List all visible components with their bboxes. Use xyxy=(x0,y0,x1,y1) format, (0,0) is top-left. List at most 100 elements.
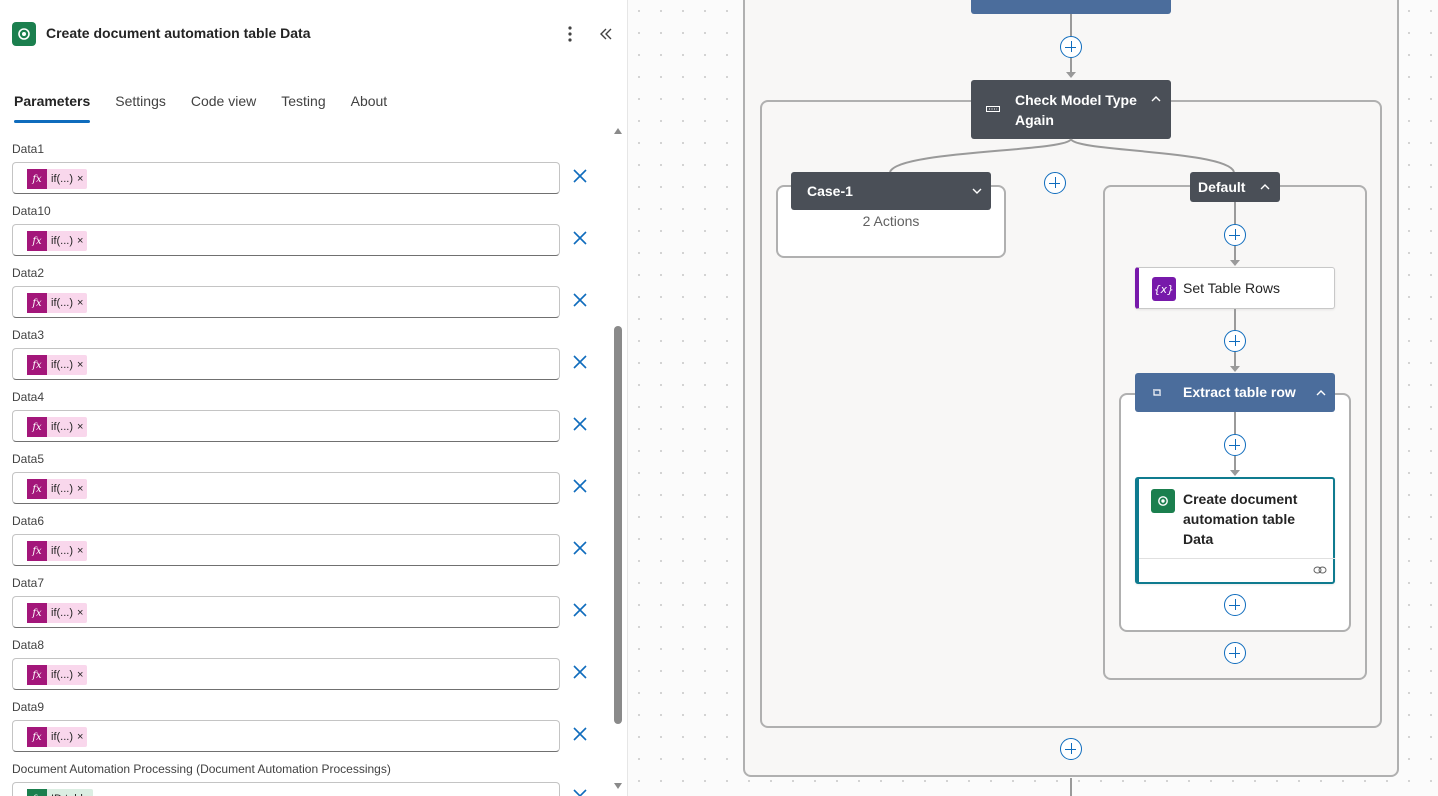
add-action-button[interactable] xyxy=(1224,224,1246,246)
panel-header: Create document automation table Data xyxy=(12,22,616,46)
remove-parameter-button[interactable] xyxy=(572,478,588,494)
parameter-input[interactable]: fx if(...) × xyxy=(12,596,560,628)
panel-scrollbar[interactable] xyxy=(612,128,624,796)
expression-token[interactable]: fx if(...) × xyxy=(27,231,88,251)
remove-token-icon[interactable]: × xyxy=(77,359,83,371)
tab-about[interactable]: About xyxy=(351,92,388,124)
parameter-input[interactable]: fx if(...) × xyxy=(12,286,560,318)
parameter-label: Data5 xyxy=(12,452,45,466)
token-label: if(...) xyxy=(51,545,73,557)
add-action-button[interactable] xyxy=(1224,434,1246,456)
remove-parameter-button[interactable] xyxy=(572,602,588,618)
remove-token-icon[interactable]: × xyxy=(77,483,83,495)
add-action-button[interactable] xyxy=(1060,738,1082,760)
case-1-card[interactable]: Case-1 xyxy=(791,172,991,210)
expression-token[interactable]: fx if(...) × xyxy=(27,727,88,747)
double-chevron-left-icon xyxy=(600,28,612,40)
tab-code-view[interactable]: Code view xyxy=(191,92,256,124)
remove-token-icon[interactable]: × xyxy=(77,731,83,743)
parameter-label: Data7 xyxy=(12,576,45,590)
collapse-panel-button[interactable] xyxy=(596,22,616,46)
parameter-input[interactable]: fx if(...) × xyxy=(12,410,560,442)
remove-parameter-button[interactable] xyxy=(572,726,588,742)
dataverse-icon xyxy=(12,22,36,46)
parameter-input[interactable]: fx if(...) × xyxy=(12,162,560,194)
add-action-button[interactable] xyxy=(1224,594,1246,616)
add-case-button[interactable] xyxy=(1044,172,1066,194)
remove-parameter-button[interactable] xyxy=(572,230,588,246)
set-table-rows-card[interactable]: {x} Set Table Rows xyxy=(1135,267,1335,309)
tab-settings[interactable]: Settings xyxy=(115,92,166,124)
parameter-input[interactable]: fx if(...) × xyxy=(12,348,560,380)
expression-token[interactable]: fx if(...) × xyxy=(27,355,88,375)
remove-parameter-button[interactable] xyxy=(572,788,588,796)
fx-icon: fx xyxy=(27,603,47,623)
parameter-row: Data8 fx if(...) × xyxy=(12,636,592,698)
remove-parameter-button[interactable] xyxy=(572,292,588,308)
parameter-input[interactable]: fx if(...) × xyxy=(12,472,560,504)
remove-token-icon[interactable]: × xyxy=(77,173,83,185)
case-1-actions-count: 2 Actions xyxy=(862,213,920,229)
scroll-down-arrow[interactable] xyxy=(614,783,622,789)
fx-icon: fx xyxy=(27,541,47,561)
expression-token[interactable]: fx if(...) × xyxy=(27,293,88,313)
parameter-input[interactable]: fx if(...) × xyxy=(12,224,560,256)
add-action-button[interactable] xyxy=(1224,330,1246,352)
dataverse-icon xyxy=(1151,489,1175,513)
remove-parameter-button[interactable] xyxy=(572,354,588,370)
parameter-row: Data9 fx if(...) × xyxy=(12,698,592,760)
remove-token-icon[interactable]: × xyxy=(77,235,83,247)
fx-icon: fx xyxy=(27,727,47,747)
parameter-label: Data1 xyxy=(12,142,45,156)
remove-parameter-button[interactable] xyxy=(572,540,588,556)
case-1-title: Case-1 xyxy=(807,183,853,199)
remove-token-icon[interactable]: × xyxy=(77,607,83,619)
parameter-input[interactable]: fx if(...) × xyxy=(12,720,560,752)
parameter-label: Document Automation Processing (Document… xyxy=(12,762,391,776)
expression-token[interactable]: fx if(...) × xyxy=(27,541,88,561)
remove-parameter-button[interactable] xyxy=(572,664,588,680)
chevron-up-icon[interactable] xyxy=(1259,181,1271,193)
scroll-thumb[interactable] xyxy=(614,326,622,724)
token-label: if(...) xyxy=(51,483,73,495)
remove-token-icon[interactable]: × xyxy=(77,545,83,557)
create-document-title: Create document automation table Data xyxy=(1183,491,1298,547)
parameter-input[interactable]: fxID table xyxy=(12,782,560,796)
expression-token[interactable]: fx if(...) × xyxy=(27,603,88,623)
parameter-input[interactable]: fx if(...) × xyxy=(12,658,560,690)
remove-token-icon[interactable]: × xyxy=(77,669,83,681)
fx-icon: fx xyxy=(27,789,47,796)
expression-token[interactable]: fx if(...) × xyxy=(27,479,88,499)
chevron-down-icon[interactable] xyxy=(971,185,983,197)
expression-token[interactable]: fx if(...) × xyxy=(27,665,88,685)
parameter-label: Data9 xyxy=(12,700,45,714)
parameter-row: Data7 fx if(...) × xyxy=(12,574,592,636)
tab-testing[interactable]: Testing xyxy=(281,92,325,124)
token-label: if(...) xyxy=(51,297,73,309)
parameter-label: Data3 xyxy=(12,328,45,342)
tab-list: Parameters Settings Code view Testing About xyxy=(14,92,412,124)
default-card[interactable]: Default xyxy=(1190,172,1280,202)
add-action-button[interactable] xyxy=(1224,642,1246,664)
flow-canvas[interactable]: Check Model Type Again Case-1 2 Actions … xyxy=(628,0,1438,796)
expression-token[interactable]: fxID table xyxy=(27,789,93,796)
set-table-rows-title: Set Table Rows xyxy=(1183,280,1281,296)
remove-parameter-button[interactable] xyxy=(572,416,588,432)
expression-token[interactable]: fx if(...) × xyxy=(27,417,88,437)
remove-parameter-button[interactable] xyxy=(572,168,588,184)
token-label: if(...) xyxy=(51,421,73,433)
parameter-input[interactable]: fx if(...) × xyxy=(12,534,560,566)
extract-table-row-card[interactable]: Extract table row xyxy=(1135,373,1335,412)
extract-table-row-title: Extract table row xyxy=(1183,384,1296,400)
scroll-up-arrow[interactable] xyxy=(614,128,622,134)
create-document-card[interactable]: Create document automation table Data xyxy=(1135,477,1335,584)
parameter-label: Data6 xyxy=(12,514,45,528)
remove-token-icon[interactable]: × xyxy=(77,297,83,309)
tab-parameters[interactable]: Parameters xyxy=(14,92,91,124)
more-options-button[interactable] xyxy=(560,22,580,46)
expression-token[interactable]: fx if(...) × xyxy=(27,169,88,189)
parameter-label: Data4 xyxy=(12,390,45,404)
chevron-up-icon[interactable] xyxy=(1315,387,1327,399)
parameter-label: Data10 xyxy=(12,204,51,218)
remove-token-icon[interactable]: × xyxy=(77,421,83,433)
